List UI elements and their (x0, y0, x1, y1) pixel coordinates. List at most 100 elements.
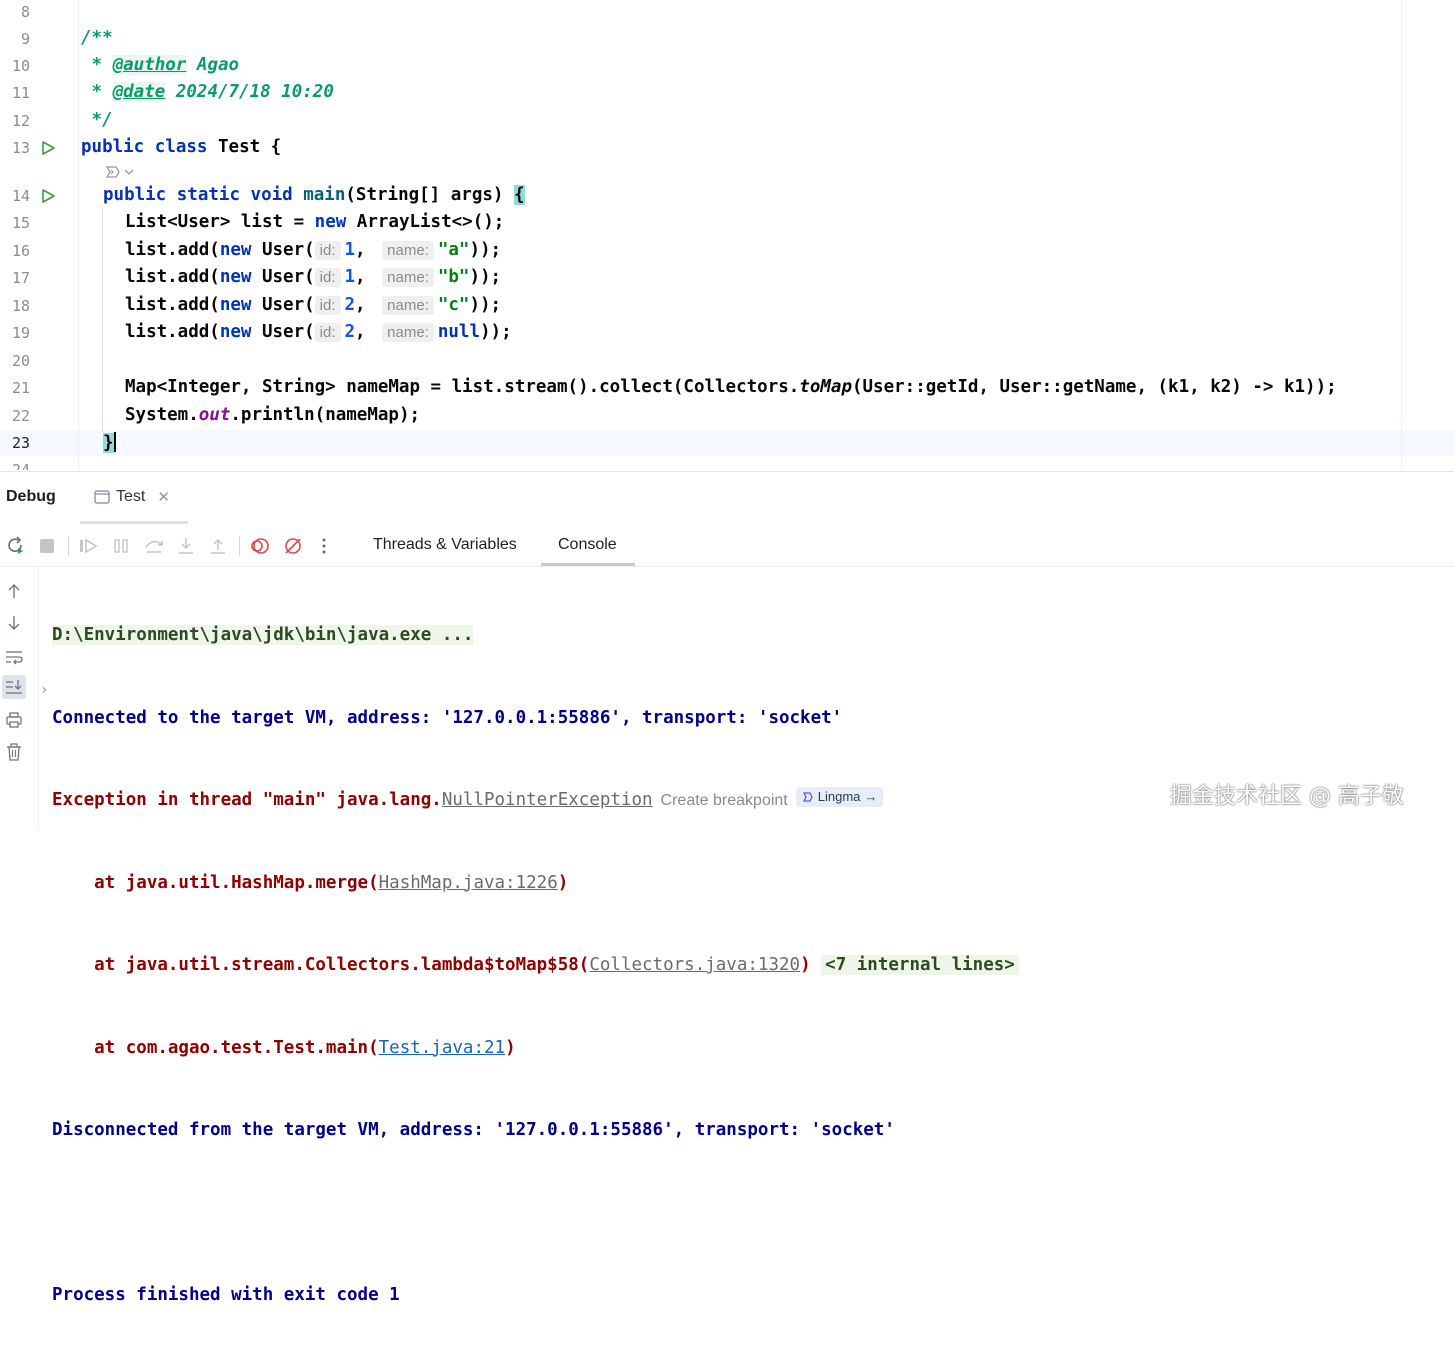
console-side-toolbar (0, 567, 39, 830)
step-out-icon[interactable] (208, 536, 228, 556)
code-text: ArrayList<>(); (346, 212, 505, 232)
stack-frame-text: ) (557, 872, 569, 893)
ai-gutter-icon[interactable] (104, 163, 136, 181)
code-text: list.add( (125, 295, 220, 315)
stack-frame-text: ) (505, 1037, 516, 1058)
doc-value: 2024/7/18 10:20 (165, 82, 334, 102)
code-line[interactable]: System.out.println(nameMap); (125, 405, 420, 425)
debug-toolbar: Threads & Variables Console (0, 524, 1454, 567)
source-link[interactable]: Test.java:21 (379, 1038, 505, 1058)
scroll-end-icon[interactable] (2, 675, 26, 699)
console-command-line: D:\Environment\java\jdk\bin\java.exe ... (52, 625, 474, 645)
code-text: )); (469, 295, 502, 315)
code-text: list.add( (125, 322, 220, 342)
exception-text: Exception in thread "main" java.lang. (52, 790, 442, 810)
line-number[interactable]: 17 (0, 269, 30, 287)
print-icon[interactable] (4, 710, 24, 730)
number-literal: 1 (344, 240, 356, 260)
more-icon[interactable] (314, 536, 334, 556)
step-into-icon[interactable] (176, 536, 196, 556)
code-line[interactable]: */ (81, 110, 113, 130)
line-number[interactable]: 21 (0, 379, 30, 397)
console-connected-line: Connected to the target VM, address: '12… (52, 707, 843, 728)
toolbar-separator (239, 536, 240, 556)
line-number[interactable]: 24 (0, 461, 30, 470)
clear-icon[interactable] (4, 742, 24, 762)
up-arrow-icon[interactable] (4, 581, 24, 601)
line-number[interactable]: 20 (0, 352, 30, 370)
line-number[interactable]: 23 (0, 434, 30, 452)
code-line[interactable]: public static void main(String[] args) { (103, 185, 525, 205)
line-number[interactable]: 14 (0, 187, 30, 205)
code-line[interactable]: /** (81, 28, 113, 48)
session-tab[interactable]: Test ✕ (94, 488, 170, 506)
line-number[interactable]: 15 (0, 214, 30, 232)
close-icon[interactable]: ✕ (157, 488, 170, 506)
resume-icon[interactable] (78, 536, 98, 556)
run-gutter-icon[interactable] (40, 140, 56, 156)
gutter-separator (78, 0, 79, 470)
source-link[interactable]: Collectors.java:1320 (589, 955, 800, 975)
code-line[interactable]: public class Test { (81, 137, 281, 157)
line-number[interactable]: 22 (0, 407, 30, 425)
tab-console[interactable]: Console (558, 536, 617, 554)
arrow-right-icon: → (864, 789, 878, 804)
matched-brace: { (513, 185, 525, 205)
chevron-down-icon (124, 169, 134, 175)
code-text: , (355, 295, 366, 315)
code-editor[interactable]: 8 9 10 11 12 13 14 15 16 17 18 19 20 21 … (0, 0, 1454, 470)
code-line[interactable]: } (103, 432, 116, 453)
code-text: , (355, 240, 366, 260)
line-number[interactable]: 9 (0, 30, 30, 48)
code-line[interactable]: * @author Agao (81, 55, 239, 75)
lingma-button[interactable]: Lingma → (795, 787, 884, 807)
line-number[interactable]: 12 (0, 112, 30, 130)
keyword: void (250, 185, 293, 205)
line-number[interactable]: 16 (0, 242, 30, 260)
code-line[interactable]: Map<Integer, String> nameMap = list.stre… (125, 377, 1337, 397)
code-text: User( (251, 240, 315, 260)
param-hint-name: name: (382, 323, 434, 342)
line-number[interactable]: 19 (0, 324, 30, 342)
code-line[interactable]: list.add(new User(id: 1, name: "a")); (125, 240, 501, 260)
keyword: new (219, 267, 252, 287)
code-line[interactable]: list.add(new User(id: 2, name: null)); (125, 322, 512, 342)
string-literal: "a" (437, 240, 470, 260)
code-text: , (355, 267, 366, 287)
line-number[interactable]: 8 (0, 3, 30, 21)
step-over-icon[interactable] (144, 536, 164, 556)
console-output[interactable]: D:\Environment\java\jdk\bin\java.exe ...… (52, 567, 1019, 1365)
mute-breakpoints-icon[interactable] (283, 536, 303, 556)
code-line[interactable]: * @date 2024/7/18 10:20 (81, 82, 334, 102)
chevron-right-icon[interactable]: › (40, 682, 48, 698)
line-number[interactable]: 11 (0, 84, 30, 102)
code-line[interactable]: List<User> list = new ArrayList<>(); (125, 212, 504, 232)
line-number[interactable]: 10 (0, 57, 30, 75)
soft-wrap-icon[interactable] (4, 647, 24, 667)
keyword: new (219, 295, 252, 315)
code-line[interactable]: list.add(new User(id: 1, name: "b")); (125, 267, 501, 287)
view-breakpoints-icon[interactable] (250, 536, 270, 556)
exception-class-link[interactable]: NullPointerException (442, 790, 653, 810)
run-gutter-icon[interactable] (40, 188, 56, 204)
code-line[interactable]: list.add(new User(id: 2, name: "c")); (125, 295, 501, 315)
pause-icon[interactable] (111, 536, 131, 556)
static-method: toMap (799, 377, 852, 397)
code-text: User( (251, 267, 315, 287)
console-disconnected-line: Disconnected from the target VM, address… (52, 1120, 895, 1140)
source-link[interactable]: HashMap.java:1226 (379, 873, 558, 893)
doc-comment: */ (81, 110, 113, 130)
create-breakpoint-link[interactable]: Create breakpoint (661, 792, 788, 809)
number-literal: 2 (344, 295, 356, 315)
line-number[interactable]: 13 (0, 139, 30, 157)
internal-lines-fold[interactable]: <7 internal lines> (821, 955, 1019, 975)
doc-comment: * (81, 82, 113, 102)
down-arrow-icon[interactable] (4, 613, 24, 633)
static-field: out (198, 405, 231, 425)
rerun-icon[interactable] (6, 536, 26, 556)
line-number[interactable]: 18 (0, 297, 30, 315)
tab-threads-variables[interactable]: Threads & Variables (373, 536, 517, 554)
stop-icon[interactable] (37, 536, 57, 556)
stack-frame-line: at java.util.HashMap.merge(HashMap.java:… (52, 870, 1019, 898)
